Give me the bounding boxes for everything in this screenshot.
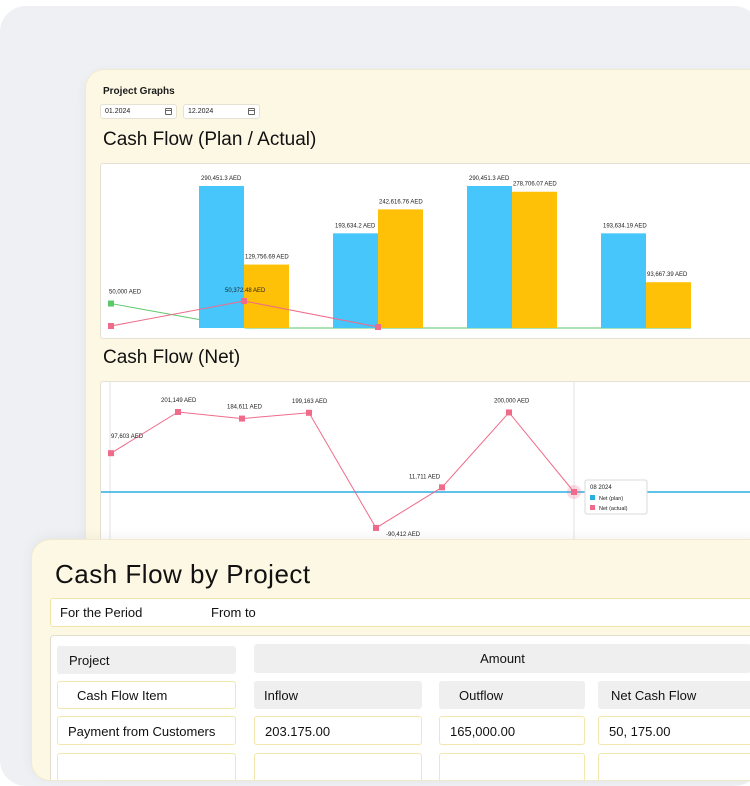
net-actual-label: 201,149 AED [161,398,197,404]
header-inflow: Inflow [254,681,422,709]
bar-actual [244,264,289,328]
bar-actual-label: 278,706.07 AED [513,182,557,188]
bar-actual [512,191,557,328]
cashflow-net-svg: 97,603 AED 201,149 AED 184,611 AED 199,163 … [101,382,750,552]
cashflow-plan-actual-chart: 290,451.3 AED 129,756.69 AED 193,634.2 AED… [100,163,750,339]
net-actual-marker [439,484,445,491]
cashflow-net-chart: 97,603 AED 201,149 AED 184,611 AED 199,163 … [100,381,750,553]
header-net-cash-flow: Net Cash Flow [598,681,750,709]
date-to-value: 12.2024 [188,108,214,115]
period-filter[interactable]: For the Period From to [50,598,750,627]
project-card-title: Cash Flow by Project [55,559,311,589]
tooltip-plan-label: Net (plan) [599,496,623,502]
tooltip-plan-swatch [590,495,595,500]
net-actual-marker [373,524,379,531]
bar-plan [467,186,512,328]
tooltip-actual-label: Net (actual) [599,506,628,512]
date-from-value: 01.2024 [105,108,131,115]
actual-net-marker [375,324,381,330]
net-actual-label: 200,000 AED [494,398,530,404]
net-actual-marker [571,489,577,495]
period-label: For the Period [60,605,143,620]
date-to-field[interactable]: 12.2024 [183,104,260,119]
row-net-empty[interactable] [598,753,750,780]
net-chart-title: Cash Flow (Net) [103,347,241,368]
cash-flow-table: Project Amount Cash Flow Item Inflow Out… [50,635,750,780]
header-outflow: Outflow [439,681,585,709]
cashflow-bar-svg: 290,451.3 AED 129,756.69 AED 193,634.2 AED… [108,176,691,330]
bar-actual-label: 129,756.69 AED [245,255,289,261]
bar-plan [601,233,646,328]
net-actual-marker [306,409,312,416]
plan-net-marker [108,300,114,307]
bar-actual [646,282,691,328]
net-actual-label: 97,603 AED [111,434,144,440]
header-cash-flow-item: Cash Flow Item [57,681,236,709]
bar-plan [333,233,378,328]
bar-plan-label: 290,451.3 AED [201,176,242,182]
tooltip-title: 08 2024 [590,485,612,491]
row-outflow-empty[interactable] [439,753,585,780]
header-amount: Amount [254,644,750,673]
calendar-icon[interactable] [165,108,172,115]
plan-net-label: 50,000 AED [109,290,142,296]
actual-net-marker [241,298,247,304]
net-actual-label: 11,711 AED [409,474,441,480]
calendar-icon[interactable] [248,108,255,115]
net-actual-marker [175,409,181,415]
net-actual-label: -90,412 AED [386,532,421,538]
actual-net-marker [108,323,114,329]
header-project: Project [57,646,236,674]
bar-actual-label: 93,667.39 AED [647,272,688,278]
bar-actual [378,209,423,328]
row-outflow[interactable]: 165,000.00 [439,716,585,745]
net-actual-line [110,411,575,529]
row-net-cash-flow[interactable]: 50, 175.00 [598,716,750,745]
net-actual-marker [239,415,245,422]
net-actual-marker [506,409,512,416]
row-inflow-empty[interactable] [254,753,422,780]
net-actual-label: 199,163 AED [292,399,328,405]
net-actual-label: 184,611 AED [227,405,263,411]
date-from-field[interactable]: 01.2024 [100,104,177,119]
row-inflow[interactable]: 203.175.00 [254,716,422,745]
cash-flow-by-project-card: Cash Flow by Project For the Period From… [32,540,750,780]
net-actual-marker [108,450,114,457]
row-cash-flow-item-empty [57,753,236,780]
graphs-title: Project Graphs [103,86,175,97]
actual-net-label: 50,372.48 AED [225,288,266,294]
bar-plan-label: 290,451.3 AED [469,176,510,182]
bar-plan-label: 193,634.2 AED [335,223,376,229]
cashflow-chart-title: Cash Flow (Plan / Actual) [103,129,317,150]
bar-plan [199,186,244,328]
period-range: From to [211,605,256,620]
bar-plan-label: 193,634.19 AED [603,223,647,229]
row-cash-flow-item: Payment from Customers [57,716,236,745]
bar-actual-label: 242,616.76 AED [379,199,423,205]
tooltip-actual-swatch [590,505,595,510]
